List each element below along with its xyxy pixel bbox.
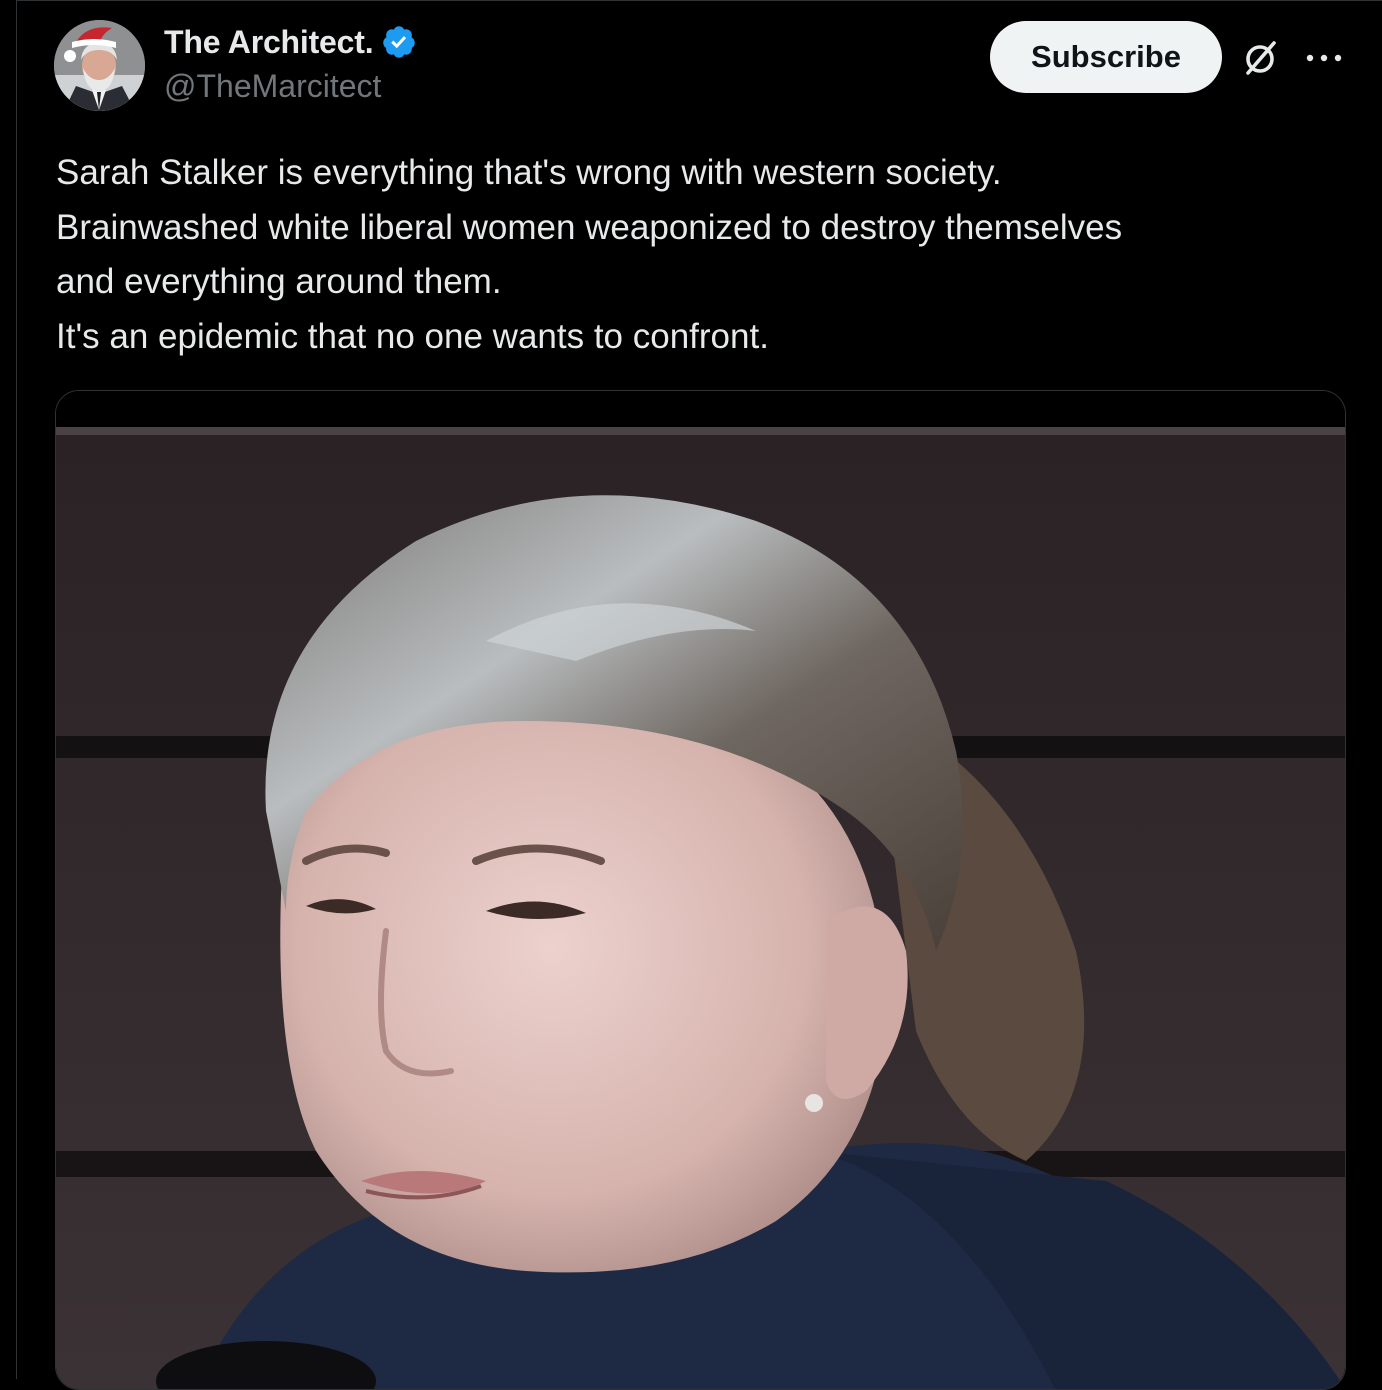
verified-badge-icon	[383, 26, 416, 58]
author-handle[interactable]: @TheMarcitect	[164, 68, 381, 105]
grok-icon	[1246, 41, 1276, 75]
author-display-name[interactable]: The Architect.	[164, 24, 374, 61]
subscribe-button[interactable]: Subscribe	[990, 21, 1222, 93]
tweet-media[interactable]	[55, 390, 1346, 1390]
tweet-text-line: Sarah Stalker is everything that's wrong…	[56, 153, 1002, 192]
more-options-icon	[1306, 54, 1342, 62]
tweet-text-line: and everything around them.	[56, 262, 502, 301]
author-name-row[interactable]: The Architect.	[164, 22, 417, 62]
grok-button[interactable]	[1238, 36, 1282, 80]
video-still-image	[56, 391, 1345, 1389]
tweet-text-line: Brainwashed white liberal women weaponiz…	[56, 207, 1123, 247]
author-avatar[interactable]	[54, 20, 145, 111]
more-options-button[interactable]	[1300, 36, 1348, 80]
tweet-text-line: It's an epidemic that no one wants to co…	[56, 316, 769, 356]
tweet-text: Sarah Stalker is everything that's wrong…	[56, 146, 1356, 364]
avatar-image	[54, 20, 145, 111]
